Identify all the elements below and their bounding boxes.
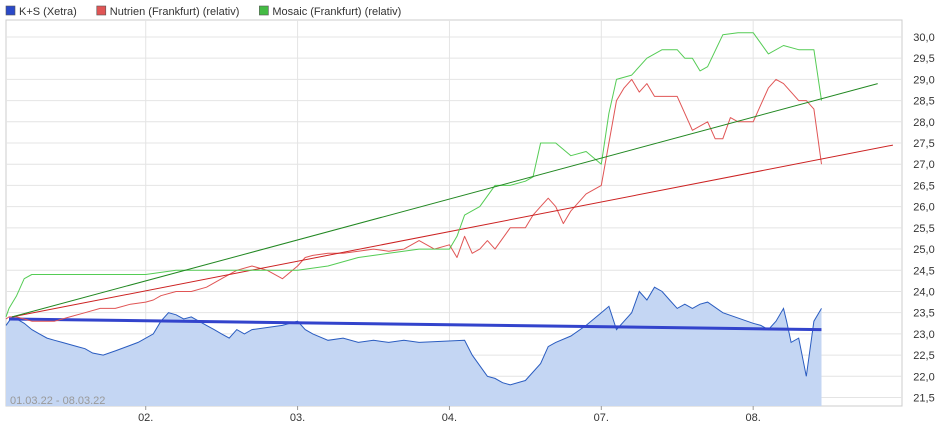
date-range-label: 01.03.22 - 08.03.22 xyxy=(10,395,105,407)
y-tick-label: 23,0 xyxy=(913,329,934,341)
x-tick-label: 03. xyxy=(290,412,305,424)
legend-item: Mosaic (Frankfurt) (relativ) xyxy=(259,5,401,18)
legend-swatch xyxy=(96,5,107,16)
x-tick-label: 08. xyxy=(746,412,761,424)
x-tick-label: 02. xyxy=(138,412,153,424)
nutrien-frankfurt-relativ-line xyxy=(5,78,822,322)
y-tick-label: 30,0 xyxy=(913,32,934,44)
x-tick-label: 04. xyxy=(442,412,457,424)
y-tick-label: 28,0 xyxy=(913,117,934,129)
legend-label: K+S (Xetra) xyxy=(19,6,77,18)
y-tick-label: 29,5 xyxy=(913,53,934,65)
price-chart: 21,5 22,0 22,5 23,0 23,5 24,0 24,5 25,0 25,5 26,0… xyxy=(5,5,935,424)
y-tick-label: 25,0 xyxy=(913,244,934,256)
x-tick-label: 07. xyxy=(594,412,609,424)
legend-item: Nutrien (Frankfurt) (relativ) xyxy=(96,5,240,18)
y-tick-label: 25,5 xyxy=(913,223,934,235)
y-tick-label: 28,5 xyxy=(913,96,934,108)
chart-root: 21,5 22,0 22,5 23,0 23,5 24,0 24,5 25,0 25,5 26,0… xyxy=(0,0,947,426)
y-tick-label: 27,5 xyxy=(913,138,934,150)
y-tick-label: 22,5 xyxy=(913,350,934,362)
legend-swatch xyxy=(5,5,16,16)
y-tick-label: 27,0 xyxy=(913,159,934,171)
y-tick-label: 22,0 xyxy=(913,371,934,383)
legend-swatch xyxy=(259,5,269,16)
mosaic-trend-line xyxy=(11,83,878,318)
mosaic-frankfurt-relativ-line xyxy=(5,32,822,318)
legend: K+S (Xetra) Nutrien (Frankfurt) (relativ)… xyxy=(5,5,401,18)
y-tick-label: 26,5 xyxy=(913,180,934,192)
legend-label: Mosaic (Frankfurt) (relativ) xyxy=(272,6,401,18)
legend-label: Nutrien (Frankfurt) (relativ) xyxy=(110,6,240,18)
y-tick-label: 23,5 xyxy=(913,308,934,320)
y-tick-label: 24,0 xyxy=(913,286,934,298)
legend-item: K+S (Xetra) xyxy=(5,5,77,18)
y-tick-label: 21,5 xyxy=(913,393,934,405)
y-tick-label: 26,0 xyxy=(913,202,934,214)
y-tick-label: 29,0 xyxy=(913,74,934,86)
y-tick-label: 24,5 xyxy=(913,265,934,277)
